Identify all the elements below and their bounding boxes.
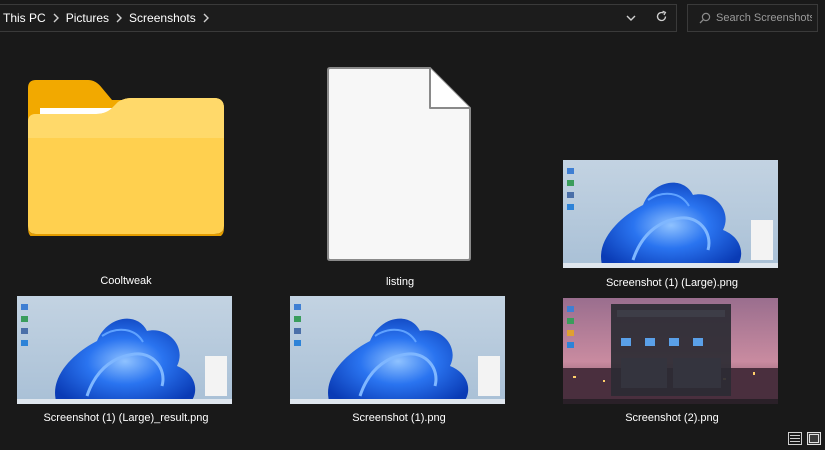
refresh-icon bbox=[655, 10, 668, 26]
file-name: Screenshot (1) (Large).png bbox=[605, 277, 739, 289]
file-name: Screenshot (2).png bbox=[625, 412, 719, 424]
file-item-cooltweak[interactable]: Cooltweak bbox=[20, 70, 230, 292]
large-icons-view-button[interactable] bbox=[807, 432, 821, 445]
file-name: Screenshot (1) (Large)_result.png bbox=[43, 412, 209, 424]
breadcrumb-pictures[interactable]: Pictures bbox=[66, 11, 109, 25]
image-thumbnail bbox=[17, 296, 232, 404]
address-history-dropdown[interactable] bbox=[616, 5, 646, 31]
file-item-listing[interactable]: listing bbox=[300, 60, 500, 292]
image-thumbnail bbox=[563, 298, 778, 404]
search-box[interactable] bbox=[687, 4, 818, 32]
chevron-right-icon[interactable] bbox=[115, 13, 123, 23]
chevron-right-icon[interactable] bbox=[202, 13, 210, 23]
file-item-screenshot-1-large[interactable]: Screenshot (1) (Large).png bbox=[560, 158, 784, 292]
chevron-right-icon[interactable] bbox=[52, 13, 60, 23]
address-bar[interactable]: This PC Pictures Screenshots bbox=[0, 4, 677, 32]
file-name: Screenshot (1).png bbox=[352, 412, 446, 424]
file-name: listing bbox=[385, 276, 415, 288]
chevron-down-icon bbox=[626, 11, 636, 25]
search-icon bbox=[694, 12, 716, 24]
refresh-button[interactable] bbox=[646, 5, 676, 31]
breadcrumb-screenshots[interactable]: Screenshots bbox=[129, 11, 196, 25]
file-item-screenshot-2[interactable]: Screenshot (2).png bbox=[560, 296, 784, 428]
details-view-button[interactable] bbox=[788, 432, 802, 445]
document-icon bbox=[326, 66, 472, 267]
address-toolbar: This PC Pictures Screenshots bbox=[0, 0, 825, 38]
file-name: Cooltweak bbox=[100, 275, 152, 287]
file-item-screenshot-1-large-result[interactable]: Screenshot (1) (Large)_result.png bbox=[14, 294, 238, 428]
file-item-screenshot-1[interactable]: Screenshot (1).png bbox=[287, 294, 511, 428]
details-view-icon bbox=[788, 432, 802, 449]
image-thumbnail bbox=[563, 160, 778, 268]
search-input[interactable] bbox=[716, 12, 812, 24]
large-icons-view-icon bbox=[807, 432, 821, 449]
breadcrumb-this-pc[interactable]: This PC bbox=[0, 11, 46, 25]
folder-icon bbox=[26, 78, 226, 241]
image-thumbnail bbox=[290, 296, 505, 404]
